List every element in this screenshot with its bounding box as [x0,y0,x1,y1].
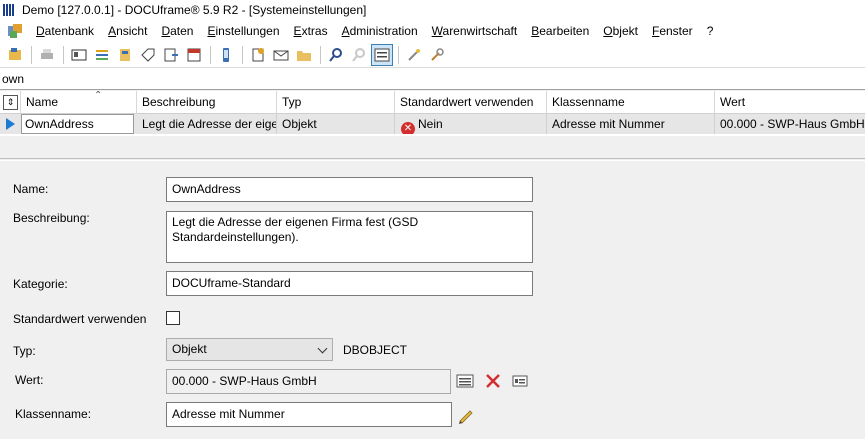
menu-administration[interactable]: Administration [335,24,425,38]
clear-icon[interactable] [482,370,504,392]
window-title: Demo [127.0.0.1] - DOCUframe® 5.9 R2 - [… [22,3,367,17]
wert-label: Wert: [15,373,44,387]
menu-warenwirtschaft[interactable]: Warenwirtschaft [425,24,525,38]
sort-ascending-icon: ⌃ [94,91,103,101]
mdi-window-icon[interactable] [7,23,23,39]
typ-select-value: Objekt [172,342,207,356]
current-row-indicator-icon [0,114,20,134]
menu-extras[interactable]: Extras [287,24,335,38]
kategorie-field[interactable]: DOCUframe-Standard [166,271,533,296]
edit-pencil-icon[interactable] [455,404,477,426]
list-icon[interactable] [91,44,113,66]
detail-form: Name: OwnAddress Beschreibung: Legt die … [0,162,865,439]
standardwert-checkbox[interactable] [166,311,180,325]
toolbar-separator [398,45,399,64]
grid-header: ⇕ Name ⌃ Beschreibung Typ Standardwert v… [0,91,865,114]
export-icon[interactable] [160,44,182,66]
search-icon[interactable] [325,44,347,66]
menu-bar: Datenbank Ansicht Daten Einstellungen Ex… [0,20,865,42]
name-label: Name: [13,182,49,196]
toolbar-separator [210,45,211,64]
sort-toggle-icon[interactable]: ⇕ [3,95,18,110]
cell-typ[interactable]: Objekt [277,114,395,134]
standardwert-label: Standardwert verwenden [13,312,147,326]
menu-fenster[interactable]: Fenster [645,24,700,38]
new-record-icon[interactable] [4,44,26,66]
app-logo-icon [3,4,17,16]
open-detail-icon[interactable] [509,370,531,392]
title-bar: Demo [127.0.0.1] - DOCUframe® 5.9 R2 - [… [0,0,865,20]
toolbar [0,42,865,68]
new-document-icon[interactable] [247,44,269,66]
menu-objekt[interactable]: Objekt [596,24,645,38]
standardwert-text: Nein [418,117,443,131]
print-icon[interactable] [36,44,58,66]
mail-icon[interactable] [270,44,292,66]
typ-class-text: DBOBJECT [343,343,408,357]
splitter[interactable] [0,158,865,161]
wert-field[interactable]: 00.000 - SWP-Haus GmbH [166,369,451,394]
toolbar-separator [31,45,32,64]
cell-klassenname[interactable]: Adresse mit Nummer [547,114,715,134]
beschreibung-label: Beschreibung: [13,211,90,225]
typ-select[interactable]: Objekt [166,338,333,361]
archive-icon[interactable] [114,44,136,66]
no-status-icon: ✕ [401,122,415,134]
menu-einstellungen[interactable]: Einstellungen [200,24,286,38]
filter-bar [0,68,865,90]
toolbar-separator [242,45,243,64]
card-icon[interactable] [68,44,90,66]
table-row[interactable]: OwnAddress Legt die Adresse der eigenen … [0,114,865,134]
phone-icon[interactable] [215,44,237,66]
column-header-wert[interactable]: Wert [715,91,865,114]
menu-bearbeiten[interactable]: Bearbeiten [524,24,596,38]
kategorie-label: Kategorie: [13,277,68,291]
toolbar-separator [63,45,64,64]
calendar-icon[interactable] [183,44,205,66]
beschreibung-field[interactable]: Legt die Adresse der eigenen Firma fest … [166,211,533,263]
cell-name[interactable]: OwnAddress [21,114,134,134]
typ-label: Typ: [13,344,36,358]
select-object-icon[interactable] [454,370,476,392]
menu-datenbank[interactable]: Datenbank [29,24,101,38]
column-header-typ[interactable]: Typ [277,91,395,114]
wand-icon[interactable] [403,44,425,66]
menu-ansicht[interactable]: Ansicht [101,24,154,38]
name-field[interactable]: OwnAddress [166,177,533,202]
tag-icon[interactable] [137,44,159,66]
klassenname-label: Klassenname: [15,407,92,421]
menu-help[interactable]: ? [700,24,721,38]
form-view-icon[interactable] [371,43,393,66]
settings-grid: ⇕ Name ⌃ Beschreibung Typ Standardwert v… [0,91,865,136]
cell-beschreibung[interactable]: Legt die Adresse der eigenen Firma fest … [137,114,277,134]
column-header-name[interactable]: Name ⌃ [21,91,137,114]
column-header-standardwert[interactable]: Standardwert verwenden [395,91,547,114]
tools-icon[interactable] [426,44,448,66]
folder-icon[interactable] [293,44,315,66]
menu-daten[interactable]: Daten [154,24,200,38]
row-selector-header[interactable]: ⇕ [0,91,21,114]
column-header-beschreibung[interactable]: Beschreibung [137,91,277,114]
search-disabled-icon[interactable] [348,44,370,66]
cell-standardwert[interactable]: ✕ Nein [395,114,547,134]
klassenname-field[interactable]: Adresse mit Nummer [166,402,452,427]
filter-input[interactable] [2,70,862,88]
chevron-down-icon [317,343,328,354]
toolbar-separator [320,45,321,64]
column-header-klassenname[interactable]: Klassenname [547,91,715,114]
cell-wert[interactable]: 00.000 - SWP-Haus GmbH [715,114,865,134]
